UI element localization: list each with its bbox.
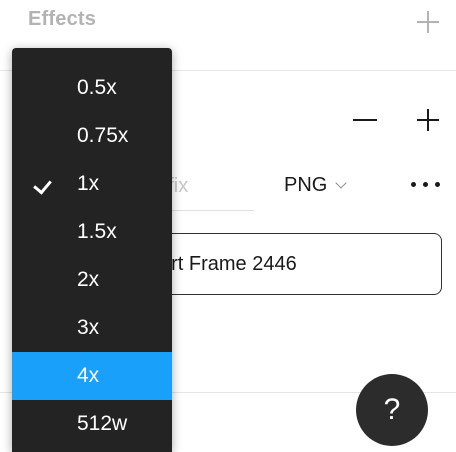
export-frame-button[interactable]: ort Frame 2446 <box>130 233 442 295</box>
scale-option-1x[interactable]: 1x <box>12 160 172 208</box>
scale-option-3x[interactable]: 3x <box>12 304 172 352</box>
suffix-placeholder-text: ffix <box>172 175 189 197</box>
scale-option-512w[interactable]: 512w <box>12 400 172 448</box>
export-button-label: ort Frame 2446 <box>160 253 297 275</box>
format-value: PNG <box>284 173 328 196</box>
add-export-plus-icon[interactable] <box>414 106 442 134</box>
chevron-down-icon <box>335 177 348 189</box>
scale-option-label: 2x <box>77 268 100 291</box>
scale-option-label: 0.75x <box>77 124 129 147</box>
scale-option-0-75x[interactable]: 0.75x <box>12 112 172 160</box>
remove-export-minus-icon[interactable] <box>351 106 379 134</box>
scale-option-label: 1x <box>77 172 100 195</box>
scale-option-2x[interactable]: 2x <box>12 256 172 304</box>
scale-option-label: 0.5x <box>77 76 117 99</box>
question-mark-icon: ? <box>383 393 401 426</box>
help-button[interactable]: ? <box>356 374 428 446</box>
export-format-select[interactable]: PNG <box>284 168 348 202</box>
ellipsis-icon <box>411 182 416 187</box>
add-effect-plus-icon[interactable] <box>414 8 442 36</box>
check-icon <box>33 175 52 195</box>
ellipsis-icon <box>423 182 428 187</box>
scale-option-4x[interactable]: 4x <box>12 352 172 400</box>
scale-option-0-5x[interactable]: 0.5x <box>12 64 172 112</box>
scale-option-label: 4x <box>77 364 100 387</box>
export-suffix-input[interactable]: ffix <box>172 166 254 211</box>
scale-option-label: 1.5x <box>77 220 117 243</box>
scale-option-label: 3x <box>77 316 100 339</box>
scale-option-1-5x[interactable]: 1.5x <box>12 208 172 256</box>
more-options-button[interactable] <box>408 172 444 196</box>
effects-title: Effects <box>28 8 97 30</box>
ellipsis-icon <box>435 182 440 187</box>
scale-dropdown-menu: 0.5x 0.75x 1x 1.5x 2x 3x 4x 512w <box>12 48 172 452</box>
scale-option-label: 512w <box>77 412 128 435</box>
design-panel: Effects ffix PNG ort Frame 2446 ? 0.5x 0… <box>0 0 456 452</box>
